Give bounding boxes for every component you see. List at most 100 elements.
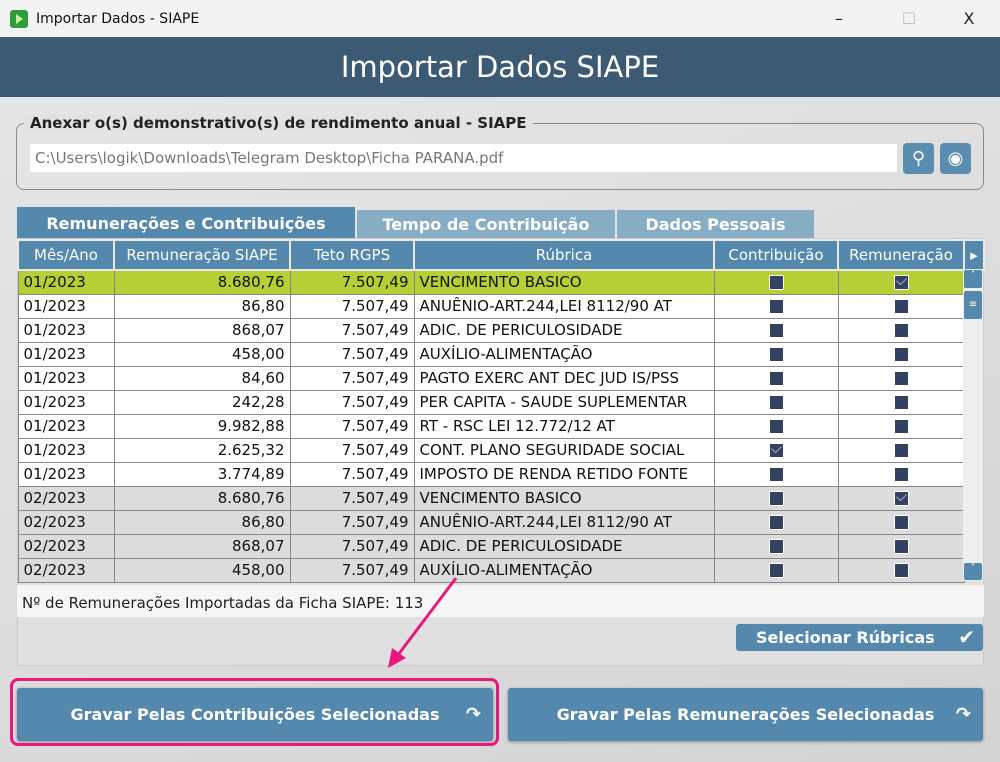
table-row[interactable]: 01/2023 458,00 7.507,49 AUXÍLIO-ALIMENTA… (17, 341, 984, 367)
cell-remuneracao-check (837, 557, 965, 583)
cell-mes-ano: 01/2023 (17, 293, 115, 319)
table-row[interactable]: 02/2023 458,00 7.507,49 AUXÍLIO-ALIMENTA… (17, 557, 984, 583)
contribuicao-checkbox[interactable] (768, 491, 784, 506)
cell-remuneracao: 458,00 (113, 341, 291, 367)
remuneracao-checkbox[interactable] (893, 443, 909, 458)
table-row[interactable]: 01/2023 8.680,76 7.507,49 VENCIMENTO BAS… (17, 269, 984, 295)
table-row[interactable]: 01/2023 3.774,89 7.507,49 IMPOSTO DE REN… (17, 461, 984, 487)
cell-rubrica: VENCIMENTO BASICO (413, 269, 715, 295)
table-row[interactable]: 02/2023 86,80 7.507,49 ANUÊNIO-ART.244,L… (17, 509, 984, 535)
gravar-remuneracoes-button[interactable]: Gravar Pelas Remunerações Selecionadas ↷ (508, 688, 983, 741)
tab-remuneracoes[interactable]: Remunerações e Contribuições (17, 207, 355, 238)
vertical-scrollbar[interactable]: ˄ ≡ ˅ (963, 269, 983, 581)
minimize-button[interactable]: – (816, 0, 862, 37)
remuneracao-checkbox[interactable] (893, 539, 909, 554)
contribuicao-checkbox[interactable] (768, 563, 784, 578)
cell-remuneracao-check (837, 437, 965, 463)
cell-remuneracao-check (837, 461, 965, 487)
page-title: Importar Dados SIAPE (0, 37, 1000, 97)
col-remuneracao-siape[interactable]: Remuneração SIAPE (113, 239, 291, 271)
cell-mes-ano: 02/2023 (17, 509, 115, 535)
cell-teto: 7.507,49 (289, 461, 415, 487)
cell-remuneracao-check (837, 413, 965, 439)
remuneracao-checkbox[interactable] (893, 275, 909, 291)
table-row[interactable]: 01/2023 242,28 7.507,49 PER CAPITA - SAU… (17, 389, 984, 415)
table-row[interactable]: 02/2023 8.680,76 7.507,49 VENCIMENTO BAS… (17, 485, 984, 511)
cell-teto: 7.507,49 (289, 341, 415, 367)
select-rubricas-label: Selecionar Rúbricas (756, 628, 935, 647)
contribuicao-checkbox[interactable] (768, 539, 784, 554)
cell-teto: 7.507,49 (289, 437, 415, 463)
remuneracao-checkbox[interactable] (893, 467, 909, 482)
data-grid: Mês/Ano Remuneração SIAPE Teto RGPS Rúbr… (17, 239, 985, 583)
cell-remuneracao: 8.680,76 (113, 485, 291, 511)
table-row[interactable]: 02/2023 868,07 7.507,49 ADIC. DE PERICUL… (17, 533, 984, 559)
col-remuneracao[interactable]: Remuneração (837, 239, 965, 271)
remuneracao-checkbox[interactable] (893, 371, 909, 386)
contribuicao-checkbox[interactable] (768, 347, 784, 362)
cell-contribuicao (713, 533, 839, 559)
cell-remuneracao-check (837, 317, 965, 343)
search-file-button[interactable]: ⚲ (903, 143, 934, 174)
tab-dados-pessoais[interactable]: Dados Pessoais (617, 210, 814, 238)
cell-rubrica: AUXÍLIO-ALIMENTAÇÃO (413, 341, 715, 367)
remuneracao-checkbox[interactable] (893, 347, 909, 362)
maximize-button[interactable]: ☐ (886, 0, 932, 37)
contribuicao-checkbox[interactable] (768, 275, 784, 291)
contribuicao-checkbox[interactable] (768, 395, 784, 410)
remuneracao-checkbox[interactable] (893, 299, 909, 314)
close-button[interactable]: X (946, 0, 992, 37)
cell-remuneracao: 86,80 (113, 293, 291, 319)
cell-rubrica: ANUÊNIO-ART.244,LEI 8112/90 AT (413, 509, 715, 535)
contribuicao-checkbox[interactable] (768, 467, 784, 482)
cell-remuneracao: 458,00 (113, 557, 291, 583)
tab-tempo[interactable]: Tempo de Contribuição (357, 210, 615, 238)
file-path-input[interactable]: C:\Users\logik\Downloads\Telegram Deskto… (30, 144, 897, 172)
cell-remuneracao-check (837, 533, 965, 559)
col-rubrica[interactable]: Rúbrica (413, 239, 715, 271)
table-row[interactable]: 01/2023 84,60 7.507,49 PAGTO EXERC ANT D… (17, 365, 984, 391)
select-rubricas-button[interactable]: Selecionar Rúbricas ✔ (736, 624, 983, 651)
cell-contribuicao (713, 365, 839, 391)
cell-remuneracao: 84,60 (113, 365, 291, 391)
scroll-down-button[interactable]: ˅ (964, 563, 982, 580)
cell-teto: 7.507,49 (289, 533, 415, 559)
contribuicao-checkbox[interactable] (768, 371, 784, 386)
col-teto-rgps[interactable]: Teto RGPS (289, 239, 415, 271)
contribuicao-checkbox[interactable] (768, 443, 784, 458)
remuneracao-checkbox[interactable] (893, 563, 909, 578)
remuneracao-checkbox[interactable] (893, 323, 909, 338)
cell-contribuicao (713, 509, 839, 535)
cell-contribuicao (713, 437, 839, 463)
contribuicao-checkbox[interactable] (768, 515, 784, 530)
remuneracao-checkbox[interactable] (893, 491, 909, 506)
scroll-up-button[interactable]: ˄ (964, 270, 982, 288)
contribuicao-checkbox[interactable] (768, 419, 784, 434)
table-row[interactable]: 01/2023 9.982,88 7.507,49 RT - RSC LEI 1… (17, 413, 984, 439)
cell-contribuicao (713, 413, 839, 439)
cell-rubrica: VENCIMENTO BASICO (413, 485, 715, 511)
view-file-button[interactable]: ◉ (940, 143, 971, 174)
contribuicao-checkbox[interactable] (768, 323, 784, 338)
remuneracao-checkbox[interactable] (893, 395, 909, 410)
contribuicao-checkbox[interactable] (768, 299, 784, 314)
cell-contribuicao (713, 461, 839, 487)
table-row[interactable]: 01/2023 868,07 7.507,49 ADIC. DE PERICUL… (17, 317, 984, 343)
cell-mes-ano: 01/2023 (17, 437, 115, 463)
table-row[interactable]: 01/2023 86,80 7.507,49 ANUÊNIO-ART.244,L… (17, 293, 984, 319)
col-mes-ano[interactable]: Mês/Ano (17, 239, 115, 271)
cell-remuneracao-check (837, 269, 965, 295)
redo-arrow-icon: ↷ (955, 704, 971, 725)
remuneracao-checkbox[interactable] (893, 515, 909, 530)
column-scroll-right[interactable]: ▸ (963, 239, 985, 271)
col-contribuicao[interactable]: Contribuição (713, 239, 839, 271)
cell-remuneracao-check (837, 485, 965, 511)
cell-remuneracao: 8.680,76 (113, 269, 291, 295)
cell-mes-ano: 01/2023 (17, 461, 115, 487)
table-row[interactable]: 01/2023 2.625,32 7.507,49 CONT. PLANO SE… (17, 437, 984, 463)
scroll-thumb[interactable]: ≡ (964, 291, 982, 319)
cell-mes-ano: 01/2023 (17, 389, 115, 415)
cell-teto: 7.507,49 (289, 557, 415, 583)
remuneracao-checkbox[interactable] (893, 419, 909, 434)
attach-label: Anexar o(s) demonstrativo(s) de rendimen… (24, 114, 533, 132)
